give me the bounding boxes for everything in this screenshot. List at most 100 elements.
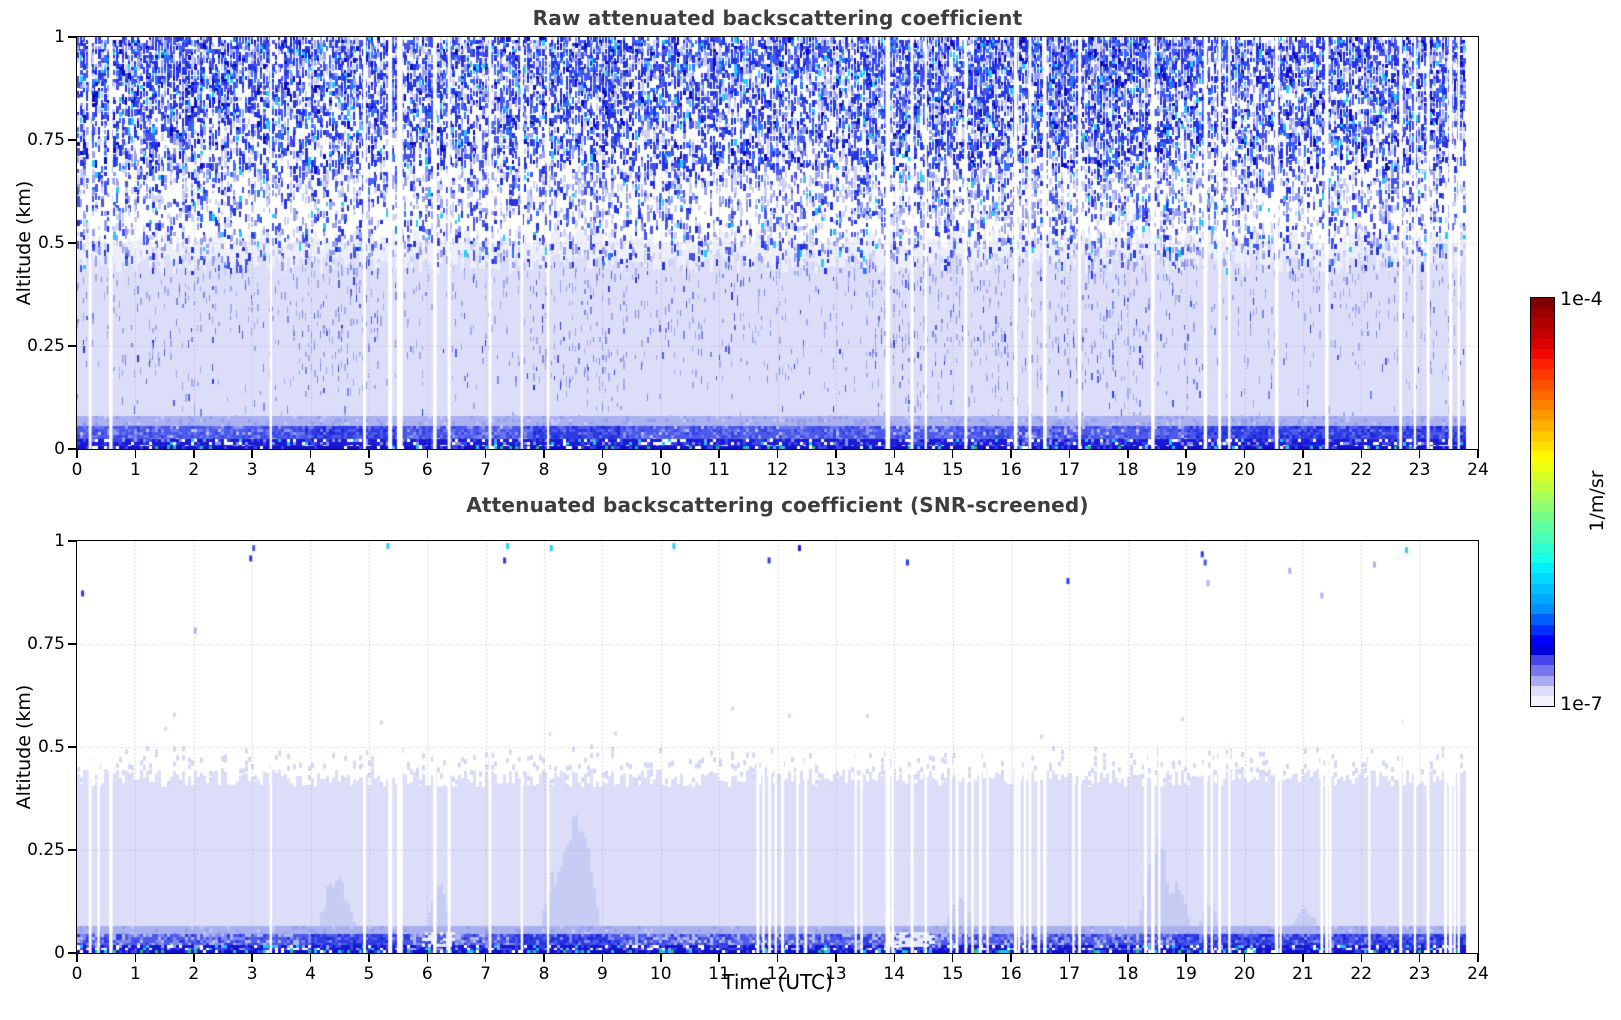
colorbar-segment [1531,543,1554,553]
x-tick-mark [1244,450,1246,458]
x-tick-label: 18 [1108,462,1148,479]
x-tick-label: 16 [991,462,1031,479]
x-tick-label: 12 [758,966,798,983]
colorbar-segment [1531,431,1554,441]
x-tick-mark [660,450,662,458]
x-tick-label: 11 [699,462,739,479]
colorbar-max-label: 1e-4 [1560,288,1603,310]
x-tick-mark [251,954,253,962]
x-tick-label: 20 [1225,966,1265,983]
colorbar-segment [1531,298,1554,308]
x-tick-mark [485,450,487,458]
colorbar-segment [1531,645,1554,655]
x-tick-mark [1127,450,1129,458]
colorbar-segment [1531,482,1554,492]
x-tick-mark [193,954,195,962]
x-tick-label: 24 [1458,462,1498,479]
colorbar-segment [1531,686,1554,696]
x-tick-mark [1361,954,1363,962]
y-tick-label: 0.5 [13,235,65,252]
y-tick-mark [68,849,76,851]
x-tick-label: 15 [933,462,973,479]
raw-heatmap-canvas [77,37,1478,449]
colorbar-segment [1531,533,1554,543]
x-tick-label: 9 [582,462,622,479]
x-tick-label: 0 [57,966,97,983]
x-tick-label: 14 [874,966,914,983]
x-tick-mark [485,954,487,962]
colorbar-segment [1531,339,1554,349]
x-tick-mark [1185,450,1187,458]
colorbar-segment [1531,584,1554,594]
colorbar-segment [1531,451,1554,461]
x-tick-label: 20 [1225,462,1265,479]
screened-heatmap-canvas [77,541,1478,953]
x-tick-label: 24 [1458,966,1498,983]
x-tick-label: 17 [1049,966,1089,983]
colorbar-segment [1531,696,1554,706]
x-tick-label: 21 [1283,966,1323,983]
y-tick-label: 0.25 [13,842,65,859]
x-tick-mark [1127,954,1129,962]
x-tick-mark [368,954,370,962]
colorbar-segment [1531,308,1554,318]
x-tick-label: 14 [874,462,914,479]
x-tick-label: 0 [57,462,97,479]
colorbar-segment [1531,625,1554,635]
x-tick-mark [1477,450,1479,458]
x-tick-label: 9 [582,966,622,983]
x-tick-label: 22 [1341,462,1381,479]
y-tick-label: 0 [13,441,65,458]
x-tick-mark [310,954,312,962]
x-tick-mark [1010,954,1012,962]
x-tick-label: 16 [991,966,1031,983]
x-tick-mark [777,954,779,962]
x-tick-mark [543,450,545,458]
colorbar-segment [1531,594,1554,604]
colorbar-segment [1531,614,1554,624]
x-tick-mark [193,450,195,458]
x-tick-mark [1477,954,1479,962]
colorbar-unit-label: 1/m/sr [1586,470,1608,531]
x-tick-label: 19 [1166,462,1206,479]
colorbar-segment [1531,318,1554,328]
x-tick-label: 22 [1341,966,1381,983]
x-tick-label: 2 [174,462,214,479]
x-tick-mark [777,450,779,458]
colorbar-min-label: 1e-7 [1560,693,1603,715]
y-tick-mark [68,643,76,645]
x-tick-mark [718,954,720,962]
y-tick-label: 0.75 [13,636,65,653]
colorbar-segment [1531,380,1554,390]
x-tick-label: 4 [291,462,331,479]
x-tick-mark [835,954,837,962]
x-tick-label: 2 [174,966,214,983]
x-tick-label: 10 [641,462,681,479]
y-tick-mark [68,139,76,141]
x-tick-mark [76,450,78,458]
x-tick-mark [1069,954,1071,962]
y-tick-mark [68,540,76,542]
x-tick-mark [310,450,312,458]
x-tick-mark [1010,450,1012,458]
x-tick-label: 5 [349,966,389,983]
colorbar-segment [1531,349,1554,359]
x-tick-mark [952,954,954,962]
colorbar-segment [1531,512,1554,522]
x-tick-mark [1069,450,1071,458]
colorbar-segment [1531,359,1554,369]
x-tick-mark [1302,450,1304,458]
raw-chart-title: Raw attenuated backscattering coefficien… [77,6,1478,30]
x-tick-label: 12 [758,462,798,479]
x-tick-label: 7 [466,462,506,479]
colorbar-segment [1531,522,1554,532]
x-tick-mark [1361,450,1363,458]
x-tick-label: 3 [232,966,272,983]
colorbar-segment [1531,441,1554,451]
raw-plot-frame [76,36,1479,450]
x-tick-label: 23 [1400,462,1440,479]
x-tick-mark [368,450,370,458]
x-tick-label: 17 [1049,462,1089,479]
x-tick-label: 23 [1400,966,1440,983]
colorbar-segment [1531,420,1554,430]
